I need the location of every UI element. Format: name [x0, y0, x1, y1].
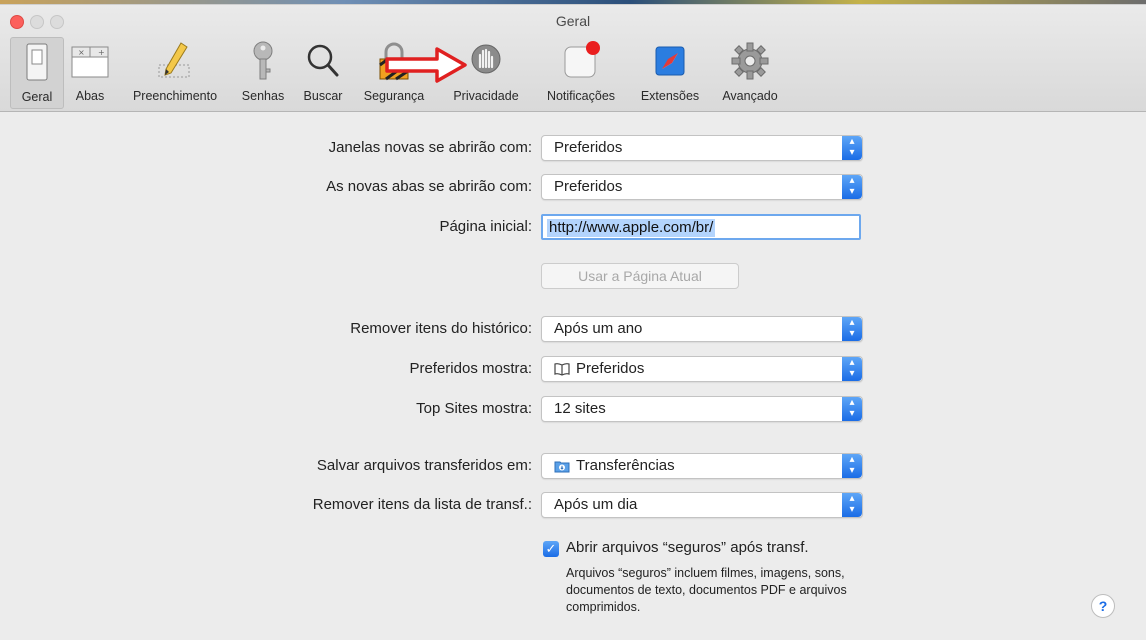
open-safe-files-label: Abrir arquivos “seguros” após transf.: [566, 539, 809, 556]
popup-stepper-icon: ▴ ▾: [842, 397, 862, 421]
preferences-toolbar: Geral Geral × + Abas Preenchimento Senha…: [0, 5, 1146, 112]
book-icon: [554, 363, 570, 376]
popup-stepper-icon: ▴ ▾: [842, 317, 862, 341]
popup-value: Após um dia: [554, 496, 638, 513]
red-arrow-annotation: [385, 47, 467, 83]
popup-stepper-icon: ▴ ▾: [842, 357, 862, 381]
help-button[interactable]: ?: [1091, 594, 1115, 618]
top-sites-row: Top Sites mostra: 12 sites ▴ ▾: [0, 395, 1146, 423]
remove-downloads-label: Remover itens da lista de transf.:: [312, 496, 532, 513]
new-windows-label: Janelas novas se abrirão com:: [328, 139, 532, 156]
toolbar-label: Preenchimento: [132, 89, 218, 103]
downloads-folder-icon: [554, 461, 570, 473]
safe-files-note: Arquivos “seguros” incluem filmes, image…: [566, 566, 847, 614]
new-windows-popup[interactable]: Preferidos ▴ ▾: [541, 135, 863, 161]
toolbar-label: Segurança: [363, 89, 425, 103]
popup-value: Após um ano: [554, 320, 643, 337]
new-windows-row: Janelas novas se abrirão com: Preferidos…: [0, 134, 1146, 162]
toolbar-notificacoes[interactable]: Notificações: [534, 37, 628, 107]
popup-stepper-icon: ▴ ▾: [842, 175, 862, 199]
toolbar-geral[interactable]: Geral: [10, 37, 64, 109]
toolbar-buscar[interactable]: Buscar: [294, 37, 352, 107]
toolbar-label: Notificações: [546, 89, 616, 103]
popup-value: Transferências: [576, 457, 675, 474]
favorites-shows-row: Preferidos mostra: Preferidos ▴ ▾: [0, 355, 1146, 383]
top-sites-label: Top Sites mostra:: [416, 400, 532, 417]
general-switch-icon: [26, 43, 48, 81]
homepage-row: Página inicial: http://www.apple.com/br/: [0, 213, 1146, 241]
remove-history-label: Remover itens do histórico:: [350, 320, 532, 337]
popup-value: Preferidos: [576, 360, 645, 377]
toolbar-label: Buscar: [303, 89, 343, 103]
homepage-label: Página inicial:: [439, 218, 532, 235]
tabs-icon: × +: [71, 46, 109, 78]
key-icon: [253, 41, 273, 80]
open-safe-files-checkbox[interactable]: ✓: [543, 541, 559, 557]
popup-stepper-icon: ▴ ▾: [842, 454, 862, 478]
advanced-gear-icon: [731, 42, 769, 80]
svg-text:×: ×: [78, 48, 85, 57]
remove-downloads-row: Remover itens da lista de transf.: Após …: [0, 491, 1146, 519]
homepage-value: http://www.apple.com/br/: [547, 219, 716, 237]
toolbar-label: Extensões: [640, 89, 700, 103]
homepage-field[interactable]: http://www.apple.com/br/: [541, 214, 861, 240]
toolbar-label: Privacidade: [453, 89, 519, 103]
popup-value: 12 sites: [554, 400, 606, 417]
remove-history-row: Remover itens do histórico: Após um ano …: [0, 315, 1146, 343]
toolbar-label: Avançado: [722, 89, 778, 103]
top-sites-popup[interactable]: 12 sites ▴ ▾: [541, 396, 863, 422]
new-tabs-row: As novas abas se abrirão com: Preferidos…: [0, 173, 1146, 201]
svg-text:+: +: [98, 48, 105, 57]
save-downloads-row: Salvar arquivos transferidos em: Transfe…: [0, 452, 1146, 480]
toolbar-senhas[interactable]: Senhas: [234, 37, 292, 107]
toolbar-label: Senhas: [241, 89, 285, 103]
remove-downloads-popup[interactable]: Após um dia ▴ ▾: [541, 492, 863, 518]
toolbar-avancado[interactable]: Avançado: [710, 37, 790, 107]
autofill-pencil-icon: [158, 42, 190, 78]
toolbar-extensoes[interactable]: Extensões: [630, 37, 710, 107]
toolbar-label: Abas: [75, 89, 105, 103]
favorites-shows-popup[interactable]: Preferidos ▴ ▾: [541, 356, 863, 382]
window-title: Geral: [555, 13, 591, 29]
privacy-hand-icon: [471, 44, 501, 74]
favorites-shows-label: Preferidos mostra:: [409, 360, 532, 377]
toolbar-abas[interactable]: × + Abas: [66, 37, 114, 107]
popup-stepper-icon: ▴ ▾: [842, 136, 862, 160]
new-tabs-popup[interactable]: Preferidos ▴ ▾: [541, 174, 863, 200]
preferences-window: Geral Geral × + Abas Preenchimento Senha…: [0, 4, 1146, 640]
popup-value: Preferidos: [554, 178, 623, 195]
save-downloads-popup[interactable]: Transferências ▴ ▾: [541, 453, 863, 479]
use-current-page-button[interactable]: Usar a Página Atual: [541, 263, 739, 289]
new-tabs-label: As novas abas se abrirão com:: [326, 178, 532, 195]
popup-value: Preferidos: [554, 139, 623, 156]
save-downloads-label: Salvar arquivos transferidos em:: [316, 457, 532, 474]
remove-history-popup[interactable]: Após um ano ▴ ▾: [541, 316, 863, 342]
toolbar-preenchimento[interactable]: Preenchimento: [118, 37, 232, 107]
popup-stepper-icon: ▴ ▾: [842, 493, 862, 517]
toolbar-label: Geral: [21, 90, 53, 104]
notifications-badge-icon: [564, 41, 600, 78]
magnifier-icon: [307, 44, 339, 77]
extensions-puzzle-icon: [655, 46, 685, 76]
